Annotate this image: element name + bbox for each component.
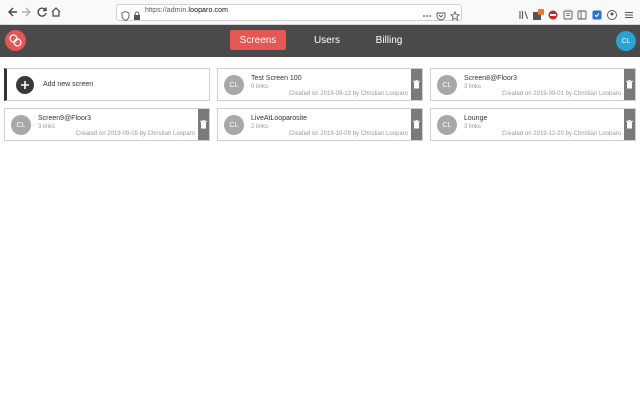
back-arrow-icon[interactable]	[4, 4, 20, 20]
screen-card[interactable]: CL Lounge 3 links Created on 2019-12-20 …	[430, 108, 636, 141]
screen-links: 3 links	[38, 124, 56, 130]
lock-icon[interactable]	[133, 8, 141, 26]
forward-arrow-icon[interactable]	[19, 4, 35, 20]
screen-meta: Created on 2019-09-01 by Christian Loopa…	[501, 91, 621, 97]
extension-blue-icon[interactable]	[592, 7, 602, 20]
screen-name: Lounge	[464, 115, 488, 122]
add-screen-label: Add new screen	[43, 81, 94, 88]
pocket-icon[interactable]	[436, 8, 446, 26]
tab-screens[interactable]: Screens	[230, 30, 286, 50]
avatar: CL	[437, 75, 457, 95]
trash-icon[interactable]	[411, 109, 422, 140]
add-screen-card[interactable]: Add new screen	[4, 68, 210, 101]
home-icon[interactable]	[48, 4, 64, 20]
screen-name: Test Screen 100	[251, 75, 302, 82]
trash-icon[interactable]	[411, 69, 422, 100]
bookmark-star-icon[interactable]	[449, 8, 461, 26]
logo[interactable]	[5, 30, 26, 51]
browser-toolbar: https://admin.looparo.com	[0, 0, 640, 25]
app-header: Screens Users Billing CL	[0, 25, 640, 57]
screen-card[interactable]: CL Screen8@Floor3 3 links Created on 201…	[430, 68, 636, 101]
shield-icon[interactable]	[121, 8, 130, 26]
reader-view-icon[interactable]	[563, 7, 573, 20]
addon-red-icon[interactable]	[548, 7, 558, 20]
trash-icon[interactable]	[624, 109, 635, 140]
trash-icon[interactable]	[198, 109, 209, 140]
avatar: CL	[437, 115, 457, 135]
url-host: looparo.com	[188, 7, 229, 14]
screen-name: LiveAtLooparosite	[251, 115, 308, 122]
screen-links: 0 links	[251, 84, 269, 90]
screen-name: Screen8@Floor3	[464, 75, 518, 82]
more-dots-icon[interactable]	[422, 8, 432, 26]
screen-meta: Created on 2019-12-20 by Christian Loopa…	[501, 131, 621, 137]
screen-meta: Created on 2019-09-13 by Christian Loopa…	[288, 91, 408, 97]
extension-badge-icon[interactable]	[533, 7, 544, 20]
screen-card[interactable]: CL Screen9@Floor3 3 links Created on 201…	[4, 108, 210, 141]
trash-icon[interactable]	[624, 69, 635, 100]
account-icon[interactable]	[607, 7, 617, 20]
library-icon[interactable]	[519, 7, 529, 19]
tab-users[interactable]: Users	[305, 30, 349, 50]
screen-card[interactable]: CL LiveAtLooparosite 2 links Created on …	[217, 108, 423, 141]
screen-links: 3 links	[464, 124, 482, 130]
url-text: https://admin.looparo.com	[145, 7, 228, 14]
screen-links: 3 links	[464, 84, 482, 90]
screen-card[interactable]: CL Test Screen 100 0 links Created on 20…	[217, 68, 423, 101]
menu-hamburger-icon[interactable]	[624, 7, 634, 18]
screen-meta: Created on 2019-09-05 by Christian Loopa…	[75, 131, 195, 137]
sidebar-icon[interactable]	[577, 7, 587, 20]
screen-name: Screen9@Floor3	[38, 115, 92, 122]
screen-links: 2 links	[251, 124, 269, 130]
plus-icon	[16, 76, 34, 94]
url-prefix: https://admin.	[145, 7, 189, 14]
url-bar[interactable]: https://admin.looparo.com	[116, 4, 462, 22]
screen-meta: Created on 2019-10-09 by Christian Loopa…	[288, 131, 408, 137]
avatar: CL	[224, 115, 244, 135]
tab-billing[interactable]: Billing	[368, 30, 410, 50]
avatar: CL	[11, 115, 31, 135]
avatar: CL	[224, 75, 244, 95]
user-avatar[interactable]: CL	[616, 31, 636, 51]
